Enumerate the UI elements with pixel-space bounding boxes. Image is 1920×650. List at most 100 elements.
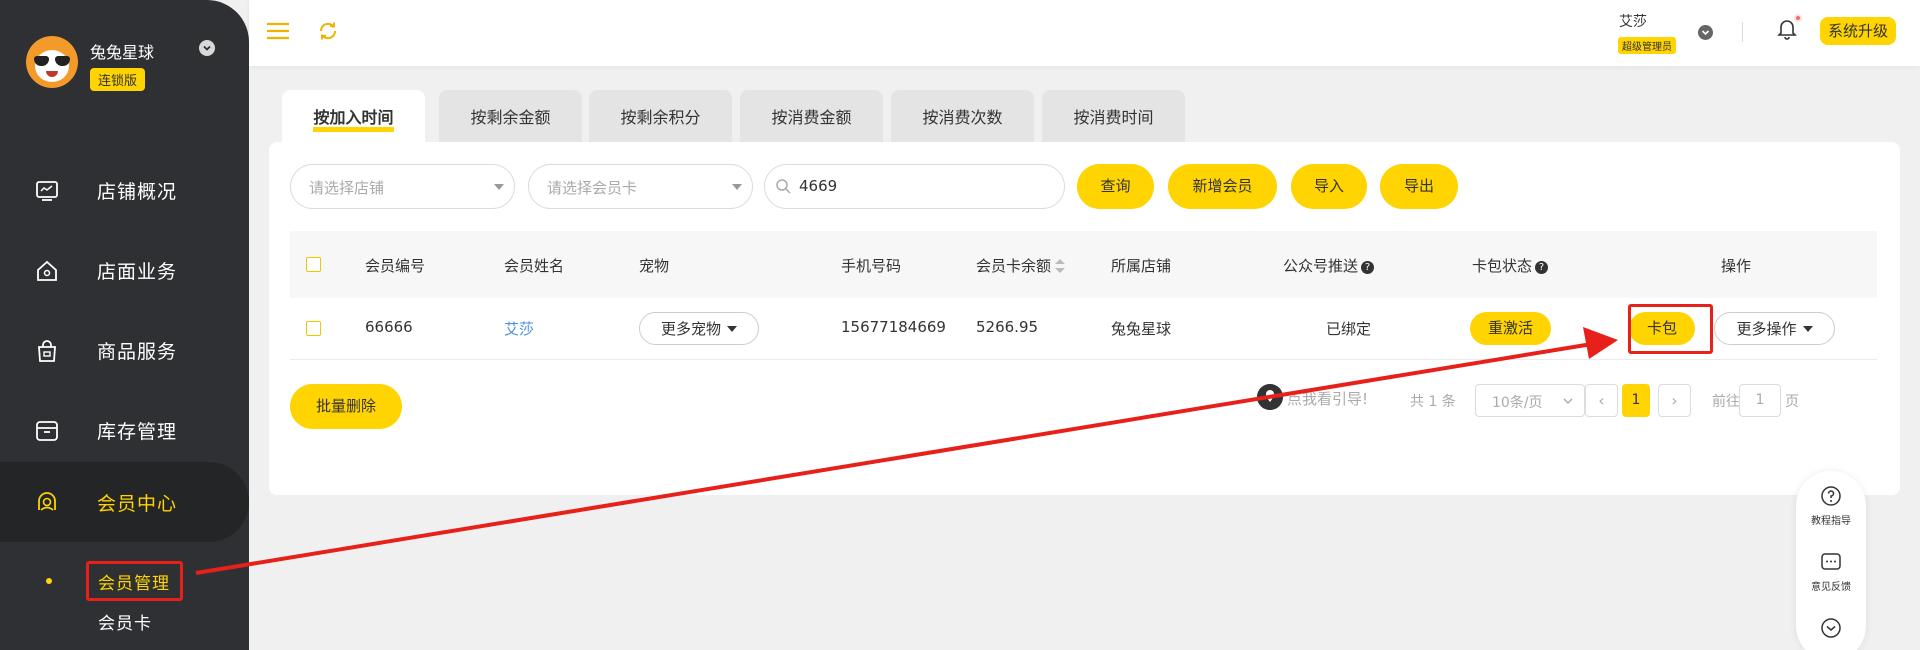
search-input[interactable]: 4669	[764, 164, 1065, 209]
tab-remaining-points[interactable]: 按剩余积分	[589, 90, 732, 142]
tab-spend-amount[interactable]: 按消费金额	[740, 90, 883, 142]
next-page-button[interactable]: ›	[1658, 384, 1691, 417]
tab-label: 按剩余积分	[620, 108, 701, 127]
help-question-icon[interactable]: ?	[1535, 261, 1549, 274]
annotation-highlight-box	[86, 561, 183, 601]
store-select-placeholder: 请选择店铺	[309, 179, 385, 197]
col-wechat-push: 公众号推送?	[1283, 255, 1375, 276]
member-card-select-placeholder: 请选择会员卡	[547, 179, 638, 197]
prev-page-button[interactable]: ‹	[1585, 384, 1618, 417]
user-role-badge: 超级管理员	[1618, 37, 1676, 54]
more-pets-dropdown[interactable]: 更多宠物	[639, 312, 759, 345]
member-card-select[interactable]: 请选择会员卡	[528, 164, 753, 209]
cell-wechat-status: 已绑定	[1326, 320, 1372, 338]
hamburger-menu-icon[interactable]	[267, 22, 289, 40]
shopping-bag-icon	[38, 340, 56, 362]
active-dot	[46, 578, 52, 584]
tab-remaining-amount[interactable]: 按剩余金额	[439, 90, 582, 142]
caret-down-icon	[727, 326, 737, 332]
tutorial-guide-label: 教程指导	[1811, 516, 1851, 527]
refresh-icon[interactable]	[317, 20, 339, 42]
goto-suffix: 页	[1785, 394, 1799, 410]
sidebar: 兔兔星球 连锁版 店铺概况 店面业务 商品服务 库存管理 会员中心 会员管理 会…	[0, 0, 249, 650]
cell-store: 兔兔星球	[1111, 320, 1172, 338]
archive-box-icon	[36, 421, 58, 441]
cell-phone: 15677184669	[841, 318, 946, 336]
floating-help-panel: 教程指导 意见反馈	[1796, 471, 1866, 650]
goto-label: 前往	[1712, 394, 1740, 410]
chat-bubble-icon	[1821, 553, 1841, 570]
chevron-down-icon[interactable]	[1698, 25, 1713, 40]
tab-label: 按剩余金额	[470, 108, 551, 127]
nav-label: 会员中心	[97, 493, 178, 515]
select-all-checkbox[interactable]	[306, 257, 321, 272]
tab-spend-count[interactable]: 按消费次数	[891, 90, 1034, 142]
export-button[interactable]: 导出	[1380, 164, 1458, 209]
col-member-id: 会员编号	[365, 257, 426, 275]
tab-label: 按消费次数	[922, 108, 1003, 127]
col-operations: 操作	[1721, 257, 1752, 275]
goto-page-input[interactable]: 1	[1739, 384, 1781, 417]
nav-item-store-business[interactable]: 店面业务	[0, 230, 249, 310]
import-button[interactable]: 导入	[1291, 164, 1367, 209]
avatar	[26, 36, 78, 88]
more-operations-dropdown[interactable]: 更多操作	[1714, 312, 1835, 345]
caret-down-icon	[732, 184, 742, 190]
col-store: 所属店铺	[1111, 257, 1172, 275]
col-cardpack-status: 卡包状态?	[1472, 255, 1549, 276]
query-button[interactable]: 查询	[1077, 164, 1154, 209]
question-circle-icon	[1821, 486, 1841, 506]
page-number-current[interactable]: 1	[1622, 384, 1650, 417]
page-size-select[interactable]: 10条/页	[1475, 384, 1585, 417]
col-wechat-label: 公众号推送	[1283, 257, 1359, 275]
tab-join-time[interactable]: 按加入时间	[282, 90, 425, 142]
nav-item-goods-services[interactable]: 商品服务	[0, 310, 249, 390]
table-header: 会员编号 会员姓名 宠物 手机号码 会员卡余额 所属店铺 公众号推送? 卡包状态…	[290, 231, 1877, 298]
member-badge-icon	[38, 492, 56, 511]
col-cardpack-label: 卡包状态	[1472, 257, 1533, 275]
feedback-button[interactable]: 意见反馈	[1796, 551, 1866, 593]
monitor-icon	[36, 181, 58, 201]
topbar: 艾莎 超级管理员 系统升级	[249, 0, 1920, 66]
guide-text: 点我看引导!	[1287, 390, 1369, 408]
tab-label: 按加入时间	[313, 108, 394, 132]
col-member-name: 会员姓名	[504, 257, 565, 275]
page-size-value: 10条/页	[1492, 395, 1543, 411]
store-select[interactable]: 请选择店铺	[290, 164, 515, 209]
subnav-item-member-card[interactable]: 会员卡	[0, 602, 249, 638]
nav-item-inventory[interactable]: 库存管理	[0, 390, 249, 470]
bell-icon[interactable]	[1777, 18, 1797, 40]
total-count: 共 1 条	[1410, 394, 1456, 410]
nav-label: 商品服务	[97, 341, 178, 363]
col-balance-label: 会员卡余额	[976, 257, 1052, 275]
chevron-down-icon[interactable]	[199, 40, 215, 56]
system-upgrade-button[interactable]: 系统升级	[1820, 17, 1897, 45]
nav-label: 库存管理	[97, 421, 178, 443]
reactivate-button[interactable]: 重激活	[1470, 312, 1551, 345]
caret-down-icon	[1802, 326, 1813, 332]
nav-item-member-center[interactable]: 会员中心	[0, 462, 249, 542]
tab-label: 按消费时间	[1073, 108, 1154, 127]
feedback-label: 意见反馈	[1811, 582, 1851, 593]
cell-balance: 5266.95	[976, 318, 1039, 336]
sort-icon[interactable]	[1055, 259, 1066, 273]
divider	[1742, 22, 1743, 42]
help-question-icon[interactable]: ?	[1361, 261, 1375, 274]
notification-dot	[1794, 14, 1802, 22]
user-name[interactable]: 艾莎	[1619, 11, 1647, 31]
row-checkbox[interactable]	[306, 321, 321, 336]
nav-label: 店面业务	[97, 261, 178, 283]
tab-spend-time[interactable]: 按消费时间	[1042, 90, 1185, 142]
collapse-panel-button[interactable]	[1796, 617, 1866, 639]
guide-pin-icon	[1257, 384, 1283, 410]
batch-delete-button[interactable]: 批量删除	[290, 384, 402, 429]
search-icon	[776, 179, 791, 194]
subnav-label: 会员卡	[98, 614, 152, 634]
col-balance[interactable]: 会员卡余额	[976, 255, 1066, 276]
tutorial-guide-button[interactable]: 教程指导	[1796, 485, 1866, 527]
brand-edition-badge: 连锁版	[90, 68, 146, 91]
cell-member-name-link[interactable]: 艾莎	[504, 318, 534, 339]
nav-item-store-overview[interactable]: 店铺概况	[0, 150, 249, 230]
add-member-button[interactable]: 新增会员	[1168, 164, 1277, 209]
brand[interactable]: 兔兔星球 连锁版	[26, 36, 236, 96]
